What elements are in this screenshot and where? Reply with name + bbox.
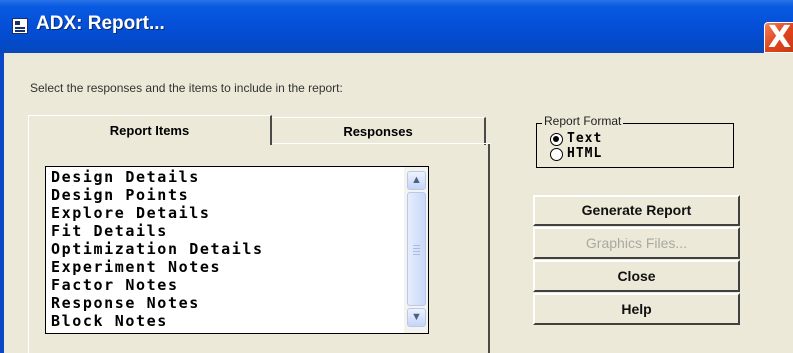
list-item[interactable]: Explore Details xyxy=(51,204,210,222)
close-button[interactable]: Close xyxy=(533,260,740,292)
list-item[interactable]: Fit Details xyxy=(51,222,168,240)
report-items-listbox[interactable]: Design Details Design Points Explore Det… xyxy=(45,166,429,334)
list-item[interactable]: Optimization Details xyxy=(51,240,264,258)
list-item[interactable]: Factor Notes xyxy=(51,276,179,294)
list-item[interactable]: Experiment Notes xyxy=(51,258,221,276)
list-item[interactable]: Response Notes xyxy=(51,294,200,312)
tab-report-items[interactable]: Report Items xyxy=(28,115,272,145)
help-button[interactable]: Help xyxy=(533,293,740,325)
title-bar[interactable]: ADX: Report... X xyxy=(0,0,793,55)
generate-report-button[interactable]: Generate Report xyxy=(533,195,740,226)
list-item[interactable]: Design Points xyxy=(51,186,189,204)
radio-html-label[interactable]: HTML xyxy=(567,147,602,161)
grip-icon xyxy=(413,245,420,246)
scroll-thumb[interactable] xyxy=(407,192,426,306)
close-icon: X xyxy=(768,20,792,55)
radio-text[interactable] xyxy=(550,133,563,146)
list-item[interactable]: Block Notes xyxy=(51,312,168,330)
list-item[interactable]: Design Details xyxy=(51,168,200,186)
chevron-down-icon: ▼ xyxy=(411,311,422,323)
radio-html[interactable] xyxy=(550,148,563,161)
instruction-text: Select the responses and the items to in… xyxy=(30,81,343,95)
window-title: ADX: Report... xyxy=(36,13,165,34)
scroll-down-button[interactable]: ▼ xyxy=(407,308,426,327)
radio-text-label[interactable]: Text xyxy=(567,132,602,146)
report-window-icon xyxy=(12,18,28,34)
report-format-group xyxy=(536,123,734,168)
report-format-legend: Report Format xyxy=(542,114,624,128)
chevron-up-icon: ▲ xyxy=(411,174,422,186)
close-window-button[interactable]: X xyxy=(764,20,793,55)
list-scrollbar[interactable]: ▲ ▼ xyxy=(404,167,428,333)
report-dialog: ADX: Report... X Select the responses an… xyxy=(0,0,793,353)
tab-responses[interactable]: Responses xyxy=(272,117,486,145)
scroll-up-button[interactable]: ▲ xyxy=(407,171,426,190)
graphics-files-button[interactable]: Graphics Files... xyxy=(533,227,740,259)
